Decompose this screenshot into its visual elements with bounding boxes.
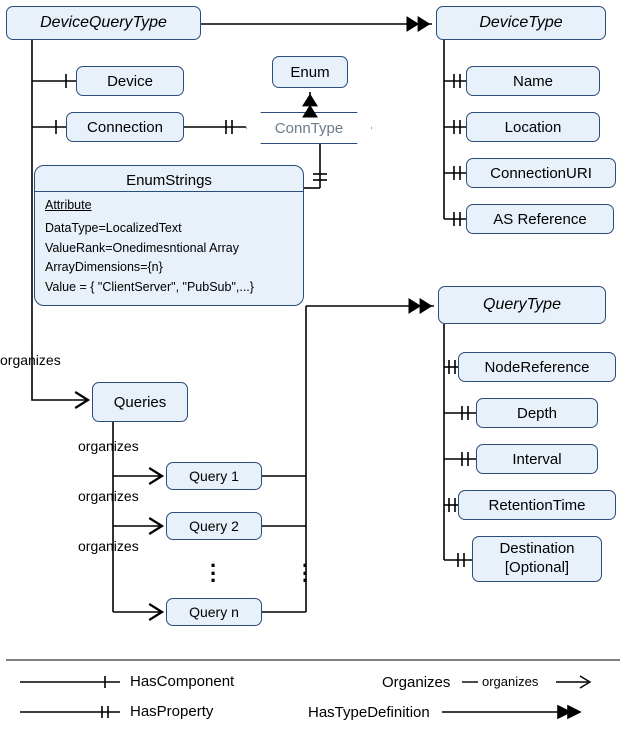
- svg-text:organizes: organizes: [482, 674, 539, 689]
- enumstrings-line4: Value = { "ClientServer", "PubSub",...}: [45, 278, 293, 297]
- conntype-label: ConnType: [275, 120, 343, 137]
- device-type: DeviceType: [436, 6, 606, 40]
- connection-node: Connection: [66, 112, 184, 142]
- interval-prop: Interval: [476, 444, 598, 474]
- enumstrings-panel: EnumStrings Attribute DataType=Localized…: [34, 165, 304, 306]
- organizes-label-main: organizes: [0, 352, 61, 368]
- legend-organizes: Organizes organizes: [382, 673, 600, 691]
- enum-node: Enum: [272, 56, 348, 88]
- enumstrings-line3: ArrayDimensions={n}: [45, 258, 293, 277]
- enumstrings-line2: ValueRank=Onedimesntional Array: [45, 239, 293, 258]
- name-prop: Name: [466, 66, 600, 96]
- enumstrings-line1: DataType=LocalizedText: [45, 219, 293, 238]
- query-type: QueryType: [438, 286, 606, 324]
- legend-hasproperty: HasProperty: [20, 703, 213, 720]
- organizes-label-1: organizes: [78, 438, 139, 454]
- device-query-type: DeviceQueryType: [6, 6, 201, 40]
- destination-prop: Destination [Optional]: [472, 536, 602, 582]
- device-node: Device: [76, 66, 184, 96]
- legend-hastypedef: HasTypeDefinition: [308, 703, 590, 721]
- query-1: Query 1: [166, 462, 262, 490]
- queries-node: Queries: [92, 382, 188, 422]
- legend-hasproperty-label: HasProperty: [130, 703, 213, 720]
- organizes-label-2: organizes: [78, 488, 139, 504]
- connectionuri-prop: ConnectionURI: [466, 158, 616, 188]
- location-prop: Location: [466, 112, 600, 142]
- asreference-prop: AS Reference: [466, 204, 614, 234]
- query-n: Query n: [166, 598, 262, 626]
- query-2: Query 2: [166, 512, 262, 540]
- legend-hascomponent-label: HasComponent: [130, 673, 234, 690]
- enumstrings-title: EnumStrings: [35, 166, 303, 191]
- organizes-label-3: organizes: [78, 538, 139, 554]
- ellipsis-queries: ...: [210, 556, 216, 579]
- enumstrings-body: Attribute DataType=LocalizedText ValueRa…: [35, 191, 303, 305]
- retention-prop: RetentionTime: [458, 490, 616, 520]
- noderef-prop: NodeReference: [458, 352, 616, 382]
- diagram-canvas: DeviceQueryType DeviceType QueryType Dev…: [0, 0, 626, 734]
- legend-hastypedef-label: HasTypeDefinition: [308, 704, 430, 721]
- depth-prop: Depth: [476, 398, 598, 428]
- legend-hascomponent: HasComponent: [20, 673, 234, 690]
- legend-organizes-label: Organizes: [382, 674, 450, 691]
- ellipsis-connectors: ...: [302, 556, 308, 579]
- conntype-hex: ConnType: [246, 112, 372, 144]
- enumstrings-attr-label: Attribute: [45, 196, 293, 215]
